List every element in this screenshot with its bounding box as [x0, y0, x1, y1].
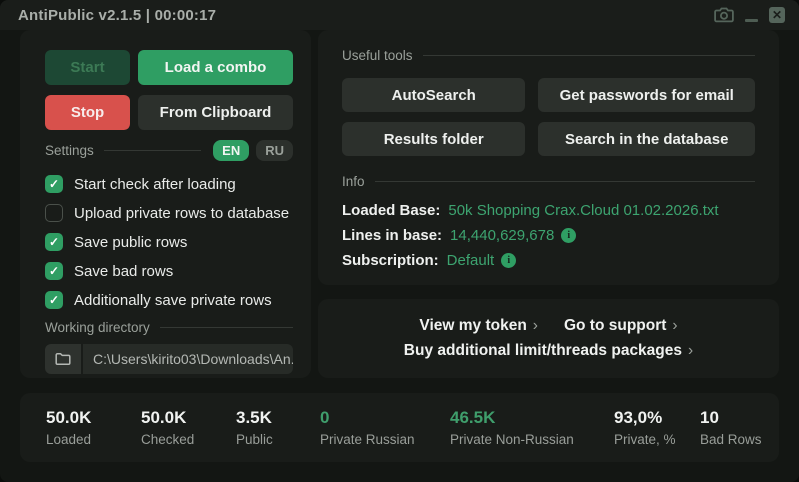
checkbox-start-check-after-loading[interactable]: ✓ Start check after loading: [45, 174, 293, 194]
subscription-row: Subscription: Default i: [342, 248, 755, 273]
view-my-token-link[interactable]: View my token ›: [419, 317, 538, 335]
info-icon[interactable]: i: [561, 228, 576, 243]
folder-icon[interactable]: [45, 344, 81, 374]
window-controls: ✕: [714, 7, 785, 23]
checkbox-upload-private-rows[interactable]: ✓ Upload private rows to database: [45, 203, 293, 223]
stat-label: Loaded: [46, 432, 141, 447]
divider-line: [375, 181, 755, 182]
stat-private-percent: 93,0% Private, %: [614, 408, 700, 447]
checkbox-save-bad-rows[interactable]: ✓ Save bad rows: [45, 261, 293, 281]
checkbox-label: Start check after loading: [74, 176, 236, 193]
check-icon: ✓: [49, 294, 59, 306]
settings-header: Settings EN RU: [45, 140, 293, 161]
results-folder-button[interactable]: Results folder: [342, 122, 525, 156]
lines-in-base-value: 14,440,629,678: [450, 227, 554, 244]
stat-value: 50.0K: [46, 408, 141, 428]
divider-line: [104, 150, 201, 151]
useful-tools-header: Useful tools: [342, 48, 755, 63]
checkbox-box[interactable]: ✓: [45, 262, 63, 280]
checkbox-box[interactable]: ✓: [45, 175, 63, 193]
go-to-support-link[interactable]: Go to support ›: [564, 317, 678, 335]
start-button[interactable]: Start: [45, 50, 130, 85]
loaded-base-value: 50k Shopping Crax.Cloud 01.02.2026.txt: [448, 202, 718, 219]
info-list: Loaded Base: 50k Shopping Crax.Cloud 01.…: [342, 198, 755, 273]
checkbox-save-public-rows[interactable]: ✓ Save public rows: [45, 232, 293, 252]
stop-button[interactable]: Stop: [45, 95, 130, 130]
loaded-base-row: Loaded Base: 50k Shopping Crax.Cloud 01.…: [342, 198, 755, 223]
stat-public: 3.5K Public: [236, 408, 320, 447]
lines-in-base-row: Lines in base: 14,440,629,678 i: [342, 223, 755, 248]
autosearch-button[interactable]: AutoSearch: [342, 78, 525, 112]
app-window: AntiPublic v2.1.5 | 00:00:17 ✕ Start Loa…: [0, 0, 799, 482]
subscription-label: Subscription:: [342, 252, 439, 269]
chevron-right-icon: ›: [688, 342, 693, 360]
stat-private-non-russian: 46.5K Private Non-Russian: [450, 408, 614, 447]
screenshot-camera-icon[interactable]: [714, 7, 734, 23]
checkbox-label: Upload private rows to database: [74, 205, 289, 222]
stat-value: 3.5K: [236, 408, 320, 428]
control-panel: Start Load a combo Stop From Clipboard S…: [20, 30, 311, 378]
info-header: Info: [342, 174, 755, 189]
lines-in-base-label: Lines in base:: [342, 227, 442, 244]
language-toggle-ru[interactable]: RU: [256, 140, 293, 161]
links-panel: View my token › Go to support › Buy addi…: [318, 299, 779, 378]
minimize-icon[interactable]: [745, 9, 758, 22]
working-directory-label: Working directory: [45, 320, 150, 335]
app-title: AntiPublic v2.1.5 | 00:00:17: [18, 7, 216, 24]
stat-loaded: 50.0K Loaded: [46, 408, 141, 447]
check-icon: ✓: [49, 236, 59, 248]
stat-label: Checked: [141, 432, 236, 447]
checkbox-additionally-save-private-rows[interactable]: ✓ Additionally save private rows: [45, 290, 293, 310]
settings-checkbox-list: ✓ Start check after loading ✓ Upload pri…: [45, 174, 293, 310]
stat-value: 10: [700, 408, 762, 428]
useful-tools-label: Useful tools: [342, 48, 413, 63]
buy-packages-link[interactable]: Buy additional limit/threads packages ›: [404, 342, 693, 360]
chevron-right-icon: ›: [533, 317, 538, 335]
checkbox-box[interactable]: ✓: [45, 233, 63, 251]
link-label: View my token: [419, 317, 526, 335]
titlebar: AntiPublic v2.1.5 | 00:00:17 ✕: [0, 0, 799, 30]
stat-label: Bad Rows: [700, 432, 762, 447]
language-toggle-en[interactable]: EN: [213, 140, 249, 161]
check-icon: ✓: [49, 178, 59, 190]
checkbox-label: Save bad rows: [74, 263, 173, 280]
stat-label: Private, %: [614, 432, 700, 447]
link-label: Buy additional limit/threads packages: [404, 342, 682, 360]
stat-value: 93,0%: [614, 408, 700, 428]
close-icon[interactable]: ✕: [769, 7, 785, 23]
link-label: Go to support: [564, 317, 666, 335]
stat-checked: 50.0K Checked: [141, 408, 236, 447]
stat-label: Private Non-Russian: [450, 432, 614, 447]
from-clipboard-button[interactable]: From Clipboard: [138, 95, 293, 130]
working-directory-field: C:\Users\kirito03\Downloads\An...: [45, 344, 293, 374]
load-combo-button[interactable]: Load a combo: [138, 50, 293, 85]
check-icon: ✓: [49, 265, 59, 277]
stat-value: 46.5K: [450, 408, 614, 428]
checkbox-label: Save public rows: [74, 234, 187, 251]
checkbox-box[interactable]: ✓: [45, 204, 63, 222]
working-directory-header: Working directory: [45, 320, 293, 335]
divider-line: [423, 55, 755, 56]
info-label: Info: [342, 174, 365, 189]
stat-label: Public: [236, 432, 320, 447]
divider-line: [160, 327, 293, 328]
tools-grid: AutoSearch Get passwords for email Resul…: [342, 78, 755, 156]
settings-label: Settings: [45, 143, 94, 158]
stat-private-russian: 0 Private Russian: [320, 408, 450, 447]
checkbox-label: Additionally save private rows: [74, 292, 272, 309]
working-directory-path[interactable]: C:\Users\kirito03\Downloads\An...: [83, 344, 293, 374]
chevron-right-icon: ›: [672, 317, 677, 335]
tools-info-panel: Useful tools AutoSearch Get passwords fo…: [318, 30, 779, 285]
stat-value: 0: [320, 408, 450, 428]
get-passwords-for-email-button[interactable]: Get passwords for email: [538, 78, 755, 112]
checkbox-box[interactable]: ✓: [45, 291, 63, 309]
stat-label: Private Russian: [320, 432, 450, 447]
stat-value: 50.0K: [141, 408, 236, 428]
search-in-database-button[interactable]: Search in the database: [538, 122, 755, 156]
stats-bar: 50.0K Loaded 50.0K Checked 3.5K Public 0…: [20, 393, 779, 462]
stat-bad-rows: 10 Bad Rows: [700, 408, 762, 447]
loaded-base-label: Loaded Base:: [342, 202, 440, 219]
info-icon[interactable]: i: [501, 253, 516, 268]
subscription-value: Default: [447, 252, 495, 269]
